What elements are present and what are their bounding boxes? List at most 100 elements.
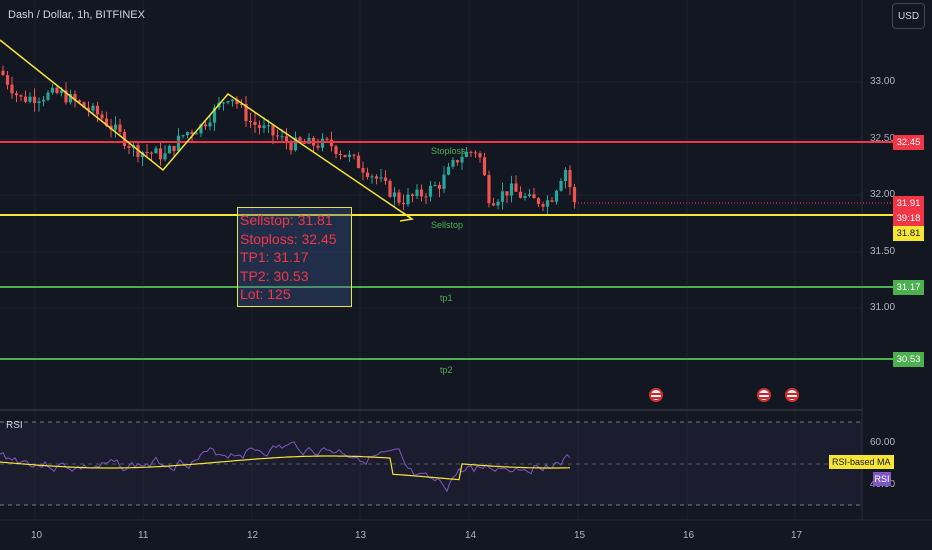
- candle-body: [352, 154, 356, 156]
- time-label: 15: [574, 530, 586, 541]
- candle-body: [370, 176, 374, 178]
- arrow-head: [399, 211, 414, 222]
- candle-body: [455, 160, 460, 163]
- candle-body: [271, 125, 275, 136]
- rsi-axis-label: 60.00: [870, 437, 896, 448]
- zigzag-drawing: [0, 39, 414, 222]
- candle-body: [428, 185, 433, 197]
- candle-body: [554, 190, 559, 202]
- candle-body: [361, 168, 365, 173]
- time-label: 17: [791, 530, 803, 541]
- candle-body: [392, 192, 397, 197]
- candle-body: [365, 172, 370, 178]
- currency-button[interactable]: USD: [892, 3, 925, 29]
- time-label: 14: [465, 530, 477, 541]
- candle-body: [383, 177, 388, 181]
- candle-body: [388, 180, 392, 197]
- candle-body: [262, 125, 266, 129]
- candle-body: [374, 176, 379, 179]
- candle-body: [338, 154, 343, 156]
- candle-body: [446, 166, 451, 175]
- rsi-title: RSI: [6, 420, 23, 431]
- candle-body: [158, 148, 163, 160]
- candle-body: [505, 191, 509, 196]
- tp2-annotation: tp2: [440, 365, 453, 375]
- candle-body: [100, 114, 104, 119]
- candle-body: [185, 132, 190, 136]
- us-flag-icon[interactable]: [757, 388, 771, 402]
- candle-body: [221, 102, 226, 104]
- candle-body: [316, 145, 320, 148]
- trade-plan-note[interactable]: Sellstop: 31.81 Stoploss: 32.45 TP1: 31.…: [237, 207, 352, 307]
- candle-body: [275, 135, 280, 137]
- candle-body: [527, 194, 532, 197]
- candle-body: [334, 146, 338, 155]
- candle-body: [487, 175, 491, 204]
- candle-body: [257, 124, 262, 129]
- candle-body: [253, 121, 257, 125]
- candle-body: [320, 138, 325, 148]
- candle-body: [10, 84, 14, 94]
- candle-body: [469, 151, 473, 153]
- candle-body: [113, 124, 118, 130]
- candle-body: [154, 148, 158, 154]
- candle-body: [23, 96, 28, 102]
- price-label: 31.00: [870, 302, 896, 313]
- sellstop-annotation: Sellstop: [431, 220, 464, 230]
- candle-body: [406, 194, 410, 205]
- candle-body: [433, 185, 437, 187]
- price-label: 32.00: [870, 189, 896, 200]
- candle-body: [509, 183, 514, 196]
- candle-body: [5, 75, 10, 85]
- us-flag-icon[interactable]: [649, 388, 663, 402]
- candle-body: [149, 152, 154, 154]
- candle-body: [280, 136, 284, 138]
- candle-body: [28, 96, 32, 102]
- candle-body: [500, 191, 505, 202]
- candle-body: [410, 194, 415, 196]
- chart-canvas[interactable]: [0, 0, 932, 550]
- tp1-price-tag: 31.17: [893, 280, 924, 295]
- tp2-price-tag: 30.53: [893, 352, 924, 367]
- candle-body: [532, 194, 536, 199]
- rsi-ma-tag: RSI-based MA: [829, 455, 894, 469]
- candle-body: [163, 153, 167, 160]
- time-label: 10: [31, 530, 43, 541]
- rsi-tag: RSI: [873, 472, 891, 486]
- candle-body: [379, 177, 383, 179]
- candle-body: [545, 200, 550, 207]
- candle-body: [514, 183, 518, 192]
- candle-body: [266, 125, 271, 127]
- us-flag-icon[interactable]: [785, 388, 799, 402]
- candle-body: [1, 70, 5, 76]
- candle-body: [437, 185, 442, 189]
- candle-body: [145, 152, 149, 154]
- candle-body: [518, 191, 523, 198]
- candle-body: [248, 121, 253, 123]
- candle-body: [442, 174, 446, 189]
- candle-body: [118, 124, 122, 132]
- candle-body: [203, 124, 208, 127]
- candle-body: [208, 122, 212, 127]
- note-line-tp1: TP1: 31.17: [240, 249, 309, 265]
- candle-body: [14, 93, 19, 96]
- candle-body: [496, 201, 500, 206]
- note-line-tp2: TP2: 30.53: [240, 267, 309, 284]
- last-price-tag: 31.91: [893, 196, 924, 211]
- candle-body: [478, 153, 482, 158]
- level-lines: [0, 141, 893, 360]
- stoploss-annotation: Stoploss: [431, 146, 466, 156]
- candle-body: [19, 95, 23, 97]
- candle-body: [176, 135, 181, 151]
- candle-body: [329, 139, 334, 147]
- price-label: 32.50: [870, 133, 896, 144]
- price-label: 31.50: [870, 246, 896, 257]
- candle-body: [41, 99, 46, 102]
- candle-body: [419, 189, 424, 197]
- time-label: 13: [355, 530, 367, 541]
- candle-body: [482, 157, 487, 176]
- note-line-sellstop: Sellstop: 31.81: [240, 212, 333, 228]
- note-line-lot: Lot: 125: [240, 286, 291, 302]
- candle-body: [343, 154, 347, 158]
- sellstop-price-tag: 31.81: [893, 226, 924, 241]
